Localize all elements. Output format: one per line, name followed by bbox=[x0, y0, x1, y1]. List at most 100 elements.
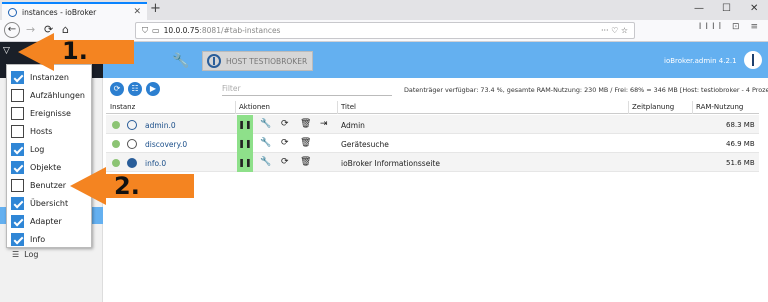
menu-item-instanzen[interactable]: Instanzen bbox=[11, 69, 69, 85]
column-divider bbox=[692, 101, 693, 114]
checkbox[interactable] bbox=[11, 124, 24, 138]
column-header-schedule: Zeitplanung bbox=[632, 103, 675, 111]
ram-usage: 68.3 MB bbox=[726, 121, 755, 129]
restart-icon[interactable]: ⟳ bbox=[281, 157, 289, 167]
checkbox[interactable] bbox=[11, 106, 24, 120]
status-dot bbox=[112, 121, 120, 129]
instance-name[interactable]: discovery.0 bbox=[145, 140, 187, 149]
instance-title: Admin bbox=[341, 121, 365, 130]
checkbox[interactable] bbox=[11, 160, 24, 174]
tab-title: instances - ioBroker bbox=[22, 7, 97, 17]
checkbox[interactable] bbox=[11, 178, 24, 192]
disk-info: Datenträger verfügbar: 73.4 %, gesamte R… bbox=[404, 86, 768, 94]
menu-item-label: Übersicht bbox=[30, 198, 69, 208]
menu-item-label: Hosts bbox=[30, 126, 53, 136]
menu-item-info[interactable]: Info bbox=[11, 231, 45, 247]
host-button-label: HOST TESTIOBROKER bbox=[226, 56, 308, 66]
shield-icon: ⛉ bbox=[142, 25, 148, 35]
status-dot bbox=[112, 140, 120, 148]
filter-input[interactable]: Filter bbox=[222, 84, 392, 96]
url-path: :8081/#tab-instances bbox=[199, 26, 281, 35]
trash-icon[interactable]: 🗑 bbox=[300, 119, 311, 129]
checkbox[interactable] bbox=[11, 70, 24, 84]
list-icon: ☰ bbox=[12, 250, 20, 259]
open-web-icon[interactable]: ⇥ bbox=[320, 119, 328, 129]
toolbar-right-icons[interactable]: IIIl ⊡ ≡ bbox=[699, 22, 762, 32]
adapter-icon bbox=[127, 139, 137, 149]
home-button[interactable]: ⌂ bbox=[62, 23, 69, 37]
menu-item-label: Info bbox=[30, 234, 46, 244]
new-tab-button[interactable]: + bbox=[150, 1, 161, 16]
restart-icon[interactable]: ⟳ bbox=[281, 119, 289, 129]
annotation-arrow-2 bbox=[70, 167, 106, 205]
wrench-icon[interactable]: 🔧 bbox=[172, 53, 189, 69]
checkbox[interactable] bbox=[11, 232, 24, 246]
wrench-icon[interactable]: 🔧 bbox=[260, 119, 271, 129]
expert-mode-icon[interactable]: ☷ bbox=[128, 82, 142, 96]
menu-item-log[interactable]: Log bbox=[11, 141, 44, 157]
minimize-button[interactable]: — bbox=[694, 3, 704, 14]
wrench-icon[interactable]: 🔧 bbox=[260, 157, 271, 167]
adapter-icon bbox=[127, 158, 137, 168]
instance-name[interactable]: info.0 bbox=[145, 159, 166, 168]
menu-toggle-icon[interactable]: ▽ bbox=[3, 46, 15, 56]
trash-icon[interactable]: 🗑 bbox=[300, 138, 311, 148]
address-bar[interactable]: ⛉ ▭ 10.0.0.75:8081/#tab-instances ··· ♡ … bbox=[135, 22, 635, 39]
column-header-instance: Instanz bbox=[110, 103, 136, 111]
table-row[interactable]: admin.0 ❚❚ 🔧 ⟳ 🗑 ⇥ Admin 68.3 MB bbox=[106, 115, 759, 134]
annotation-step-1: 1. bbox=[62, 37, 88, 65]
maximize-button[interactable]: ☐ bbox=[722, 3, 731, 14]
status-dot bbox=[112, 159, 120, 167]
ram-usage: 46.9 MB bbox=[726, 140, 755, 148]
menu-item-label: Aufzählungen bbox=[30, 90, 85, 100]
play-icon[interactable]: ▶ bbox=[146, 82, 160, 96]
menu-item-aufzaehlungen[interactable]: Aufzählungen bbox=[11, 87, 85, 103]
browser-tab-bar: instances - ioBroker ✕ + — ☐ ✕ bbox=[0, 0, 768, 20]
column-divider bbox=[235, 101, 236, 114]
page-actions[interactable]: ··· ♡ ☆ bbox=[601, 26, 628, 35]
menu-item-benutzer[interactable]: Benutzer bbox=[11, 177, 66, 193]
refresh-icon[interactable]: ⟳ bbox=[110, 82, 124, 96]
sidebar-item-label: Log bbox=[24, 250, 39, 259]
menu-item-label: Ereignisse bbox=[30, 108, 71, 118]
column-divider bbox=[337, 101, 338, 114]
menu-item-label: Instanzen bbox=[30, 72, 69, 82]
table-row[interactable]: info.0 ❚❚ 🔧 ⟳ 🗑 ioBroker Informationssei… bbox=[106, 153, 759, 172]
checkbox[interactable] bbox=[11, 142, 24, 156]
url-host: 10.0.0.75 bbox=[163, 26, 200, 35]
menu-item-ereignisse[interactable]: Ereignisse bbox=[11, 105, 71, 121]
checkbox[interactable] bbox=[11, 214, 24, 228]
ram-usage: 51.6 MB bbox=[726, 159, 755, 167]
restart-icon[interactable]: ⟳ bbox=[281, 138, 289, 148]
browser-nav-bar: ← → ⟳ ⌂ ⛉ ▭ 10.0.0.75:8081/#tab-instance… bbox=[0, 20, 768, 42]
menu-item-label: Objekte bbox=[30, 162, 62, 172]
checkbox[interactable] bbox=[11, 88, 24, 102]
checkbox[interactable] bbox=[11, 196, 24, 210]
iobroker-favicon-icon bbox=[8, 7, 17, 17]
menu-item-uebersicht[interactable]: Übersicht bbox=[11, 195, 68, 211]
sidebar-item-log[interactable]: ☰ Log bbox=[12, 250, 38, 259]
menu-item-objekte[interactable]: Objekte bbox=[11, 159, 61, 175]
menu-item-label: Adapter bbox=[30, 216, 62, 226]
iobroker-logo-icon bbox=[207, 54, 221, 68]
browser-tab[interactable]: instances - ioBroker ✕ bbox=[2, 2, 147, 20]
menu-item-hosts[interactable]: Hosts bbox=[11, 123, 52, 139]
annotation-arrow-1 bbox=[18, 33, 54, 71]
adapter-icon bbox=[127, 120, 137, 130]
host-button[interactable]: HOST TESTIOBROKER bbox=[202, 51, 313, 71]
table-header: Instanz Aktionen Titel Zeitplanung RAM-N… bbox=[106, 101, 759, 114]
instance-name[interactable]: admin.0 bbox=[145, 121, 176, 130]
trash-icon[interactable]: 🗑 bbox=[300, 157, 311, 167]
pause-button[interactable]: ❚❚ bbox=[237, 153, 253, 172]
close-window-button[interactable]: ✕ bbox=[750, 3, 758, 14]
pause-button[interactable]: ❚❚ bbox=[237, 115, 253, 134]
column-divider bbox=[628, 101, 629, 114]
table-row[interactable]: discovery.0 ❚❚ 🔧 ⟳ 🗑 Gerätesuche 46.9 MB bbox=[106, 134, 759, 153]
wrench-icon[interactable]: 🔧 bbox=[260, 138, 271, 148]
pause-button[interactable]: ❚❚ bbox=[237, 134, 253, 153]
column-header-title: Titel bbox=[341, 103, 357, 111]
menu-item-adapter[interactable]: Adapter bbox=[11, 213, 62, 229]
close-tab-icon[interactable]: ✕ bbox=[133, 7, 141, 17]
tab-visibility-menu: Instanzen Aufzählungen Ereignisse Hosts … bbox=[6, 64, 92, 248]
menu-item-label: Benutzer bbox=[30, 180, 67, 190]
